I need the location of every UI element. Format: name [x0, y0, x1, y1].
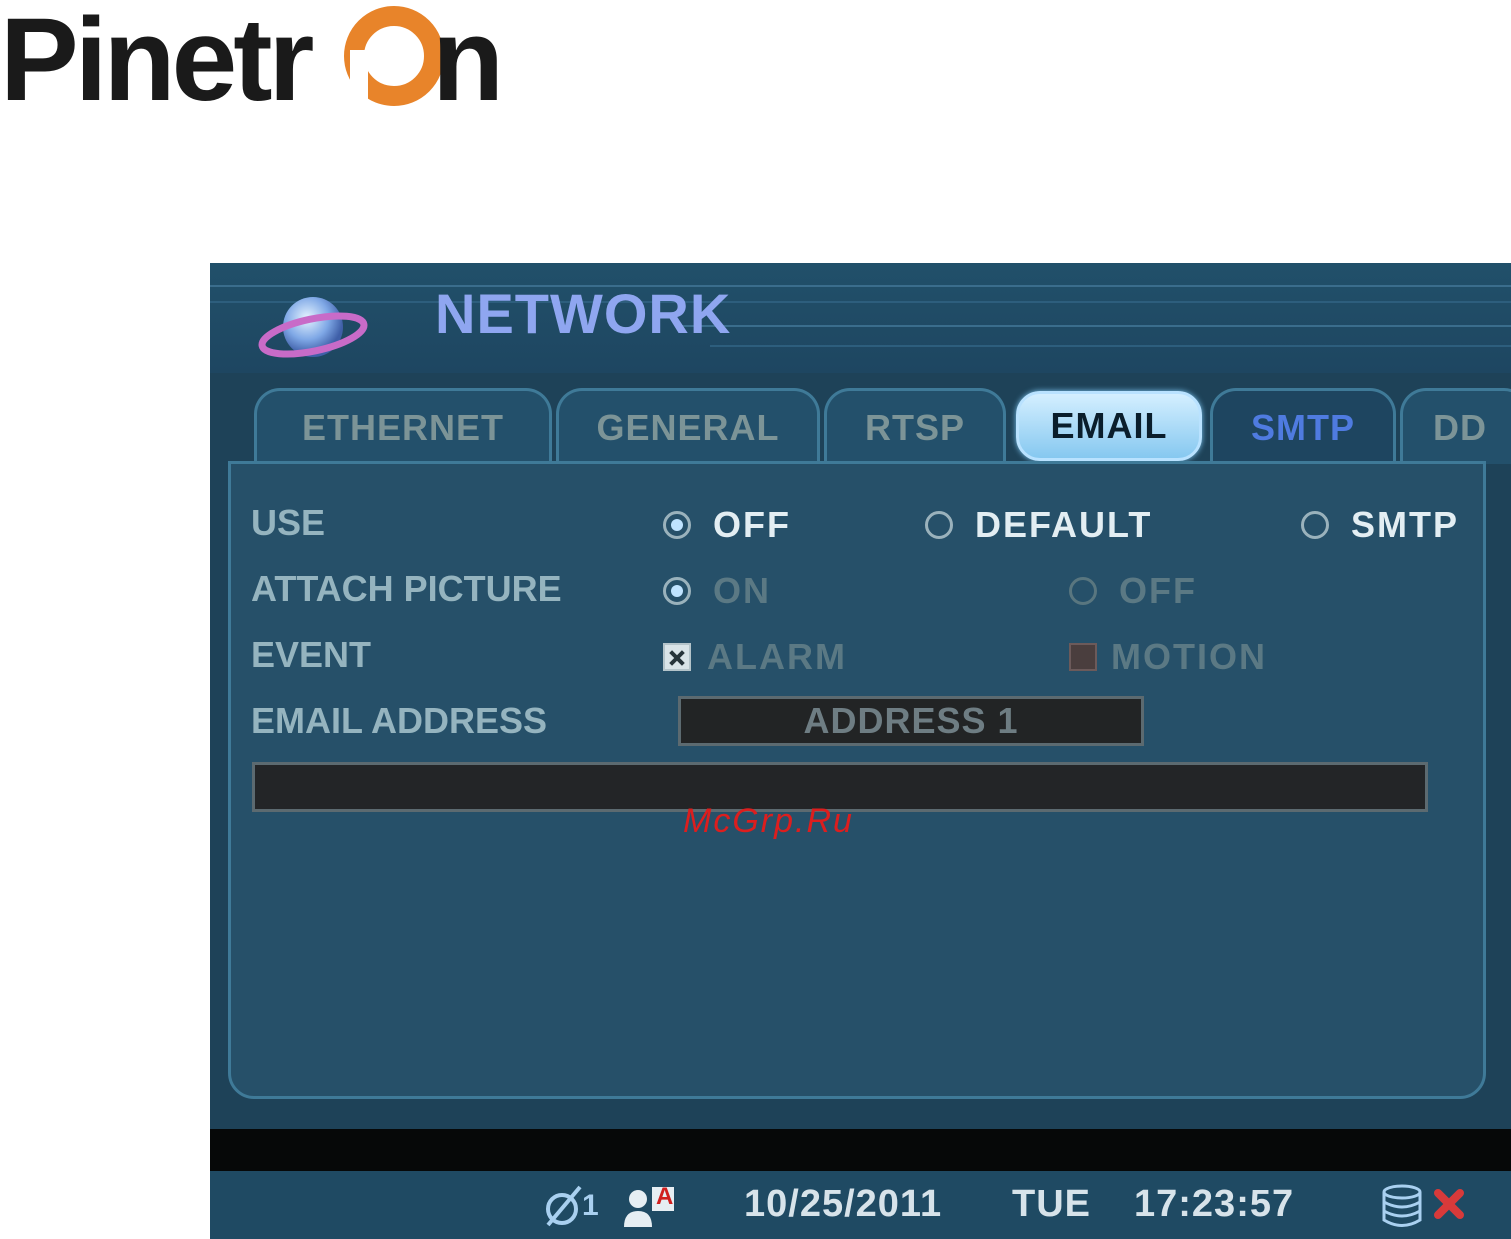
menu-header: NETWORK [210, 263, 1511, 373]
event-motion-checkbox[interactable]: MOTION [1069, 636, 1267, 678]
checkbox-unchecked-icon [1069, 643, 1097, 671]
tab-smtp[interactable]: SMTP [1210, 388, 1396, 464]
use-default-radio[interactable]: DEFAULT [925, 504, 1152, 546]
address-selector[interactable]: ADDRESS 1 [678, 696, 1144, 746]
email-settings-panel: USE OFF DEFAULT SMTP ATTACH PICTURE ON O… [228, 461, 1486, 1099]
user-badge: A [656, 1183, 675, 1210]
status-day: TUE [1012, 1183, 1091, 1225]
tab-ethernet[interactable]: ETHERNET [254, 388, 552, 464]
attach-picture-label: ATTACH PICTURE [251, 568, 562, 609]
tab-ddns[interactable]: DD [1400, 388, 1511, 464]
email-address-label: EMAIL ADDRESS [251, 700, 548, 741]
radio-unselected-icon [1069, 577, 1097, 605]
radio-unselected-icon [925, 511, 953, 539]
tab-email[interactable]: EMAIL [1016, 391, 1202, 461]
network-globe-icon [258, 297, 368, 358]
page-title: NETWORK [435, 282, 732, 345]
hdd-database-icon [1382, 1184, 1422, 1227]
status-separator [210, 1129, 1511, 1171]
tab-rtsp[interactable]: RTSP [824, 388, 1006, 464]
event-alarm-checkbox[interactable]: ALARM [663, 636, 847, 678]
tab-general[interactable]: GENERAL [556, 388, 820, 464]
status-bar: 1 A 10/25/2011 TUE 17:23:57 [210, 1171, 1511, 1239]
event-label: EVENT [251, 634, 372, 675]
watermark-text: McGrp.Ru [683, 802, 854, 840]
checkbox-checked-icon [663, 643, 691, 671]
radio-selected-icon [663, 577, 691, 605]
use-off-radio[interactable]: OFF [663, 504, 791, 546]
dvr-screen: NETWORK ETHERNET GENERAL RTSP EMAIL SMTP… [210, 263, 1511, 1239]
use-label: USE [251, 502, 326, 543]
attach-on-radio[interactable]: ON [663, 570, 771, 612]
radio-unselected-icon [1301, 511, 1329, 539]
svg-text:n: n [432, 0, 504, 115]
svg-text:Pinetr: Pinetr [0, 0, 313, 115]
use-smtp-radio[interactable]: SMTP [1301, 504, 1459, 546]
attach-off-radio[interactable]: OFF [1069, 570, 1197, 612]
hdd-error-x-icon [1434, 1189, 1464, 1219]
pinetron-logo: Pinetr n [0, 0, 504, 115]
radio-selected-icon [663, 511, 691, 539]
status-time: 17:23:57 [1134, 1183, 1295, 1225]
channel-number: 1 [582, 1189, 600, 1222]
status-date: 10/25/2011 [744, 1183, 943, 1225]
